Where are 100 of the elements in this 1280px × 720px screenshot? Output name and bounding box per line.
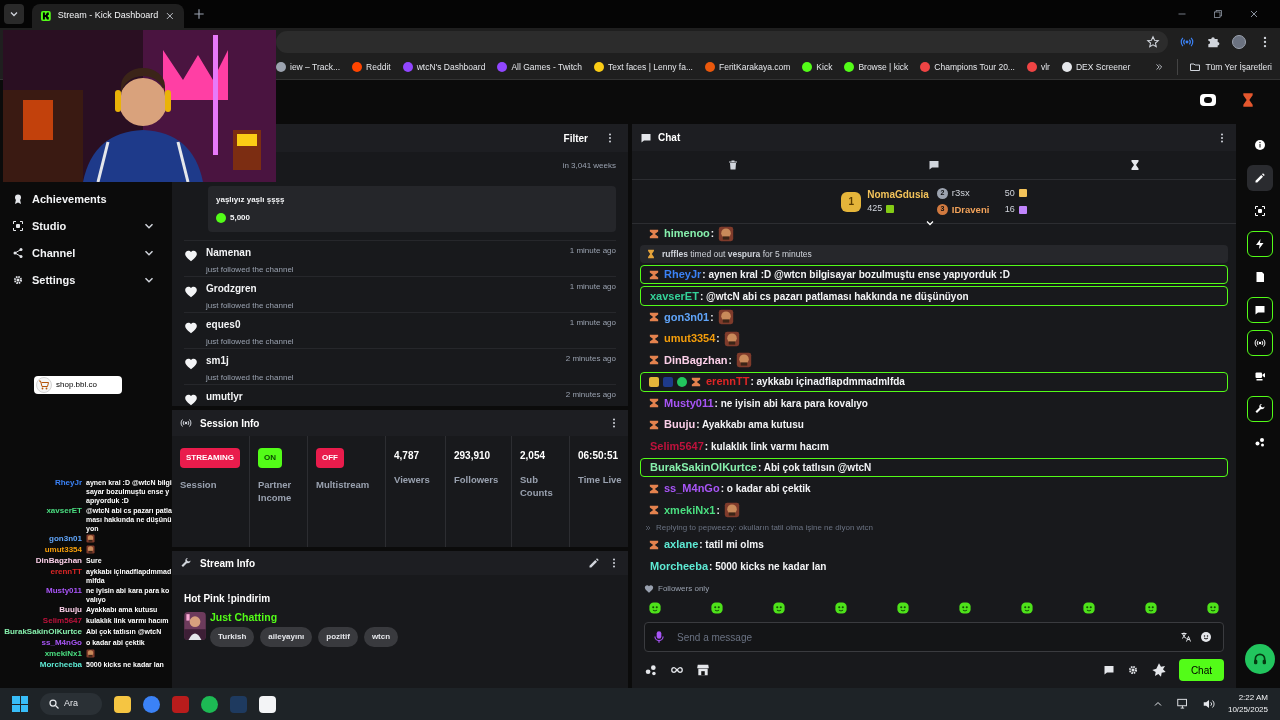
tag-chip[interactable]: Turkish bbox=[210, 626, 255, 647]
send-button[interactable]: Chat bbox=[1178, 659, 1224, 681]
message-input[interactable]: Send a message bbox=[644, 622, 1224, 652]
chat-icon[interactable] bbox=[928, 159, 940, 171]
verified-badge-icon bbox=[677, 376, 687, 387]
emoji-icon[interactable] bbox=[1200, 631, 1212, 643]
broadcast-icon bbox=[1254, 337, 1266, 349]
rail-button[interactable] bbox=[1247, 165, 1273, 191]
username[interactable]: axlane bbox=[663, 538, 700, 552]
event-text: just followed the channel bbox=[206, 264, 295, 276]
bookmark-link[interactable]: DEX Screener bbox=[1061, 60, 1131, 74]
emote-icon[interactable] bbox=[772, 601, 786, 615]
clock-date[interactable]: 10/25/2025 bbox=[1227, 704, 1268, 716]
logo-icon[interactable] bbox=[1200, 94, 1216, 106]
folder-app-icon[interactable] bbox=[114, 695, 131, 713]
username[interactable]: himenoo bbox=[663, 227, 711, 241]
chat-icon[interactable] bbox=[1102, 664, 1115, 676]
username[interactable]: xavserET bbox=[649, 289, 700, 303]
bookmark-link[interactable]: All Games - Twitch bbox=[497, 60, 583, 74]
username[interactable]: Buuju bbox=[663, 418, 697, 432]
tag-chip[interactable]: pozitif bbox=[318, 626, 358, 647]
rail-button[interactable] bbox=[1247, 231, 1273, 257]
bookmark-link[interactable]: iew – Track... bbox=[276, 60, 341, 74]
delete-icon[interactable] bbox=[726, 159, 739, 171]
more-bookmarks-icon[interactable] bbox=[1154, 61, 1165, 73]
panel-title: Chat bbox=[658, 131, 682, 145]
username[interactable]: Musty011 bbox=[663, 396, 715, 410]
emote-icon[interactable] bbox=[896, 601, 910, 615]
sidebar-item[interactable]: Channel bbox=[12, 244, 156, 262]
message-text: : kulaklık link varmı hacım bbox=[704, 439, 829, 454]
settings-icon[interactable] bbox=[1126, 664, 1139, 676]
profile-avatar[interactable] bbox=[1232, 34, 1246, 49]
username[interactable]: erennTT bbox=[705, 375, 751, 389]
filter-button[interactable]: Filter bbox=[563, 130, 588, 146]
new-tab-icon[interactable] bbox=[192, 7, 206, 21]
emote-icon[interactable] bbox=[1206, 601, 1220, 615]
browser-app-icon[interactable] bbox=[143, 695, 160, 713]
rail-button[interactable] bbox=[1247, 297, 1273, 323]
promo-text: shop.bbl.co bbox=[56, 379, 97, 391]
clock-time[interactable]: 2:22 AM bbox=[1238, 692, 1268, 704]
volume-icon[interactable] bbox=[1201, 697, 1216, 711]
sidebar-item[interactable]: Studio bbox=[12, 217, 156, 235]
emote-icon[interactable] bbox=[1082, 601, 1096, 615]
tag-chip[interactable]: wtcn bbox=[363, 626, 399, 647]
tag-chip[interactable]: aileyayını bbox=[260, 626, 313, 647]
bookmark-link[interactable]: wtcN's Dashboard bbox=[402, 60, 486, 74]
username[interactable]: DinBagzhan bbox=[663, 353, 729, 367]
browser-tab[interactable]: Stream - Kick Dashboard bbox=[32, 4, 184, 28]
emote-icon[interactable] bbox=[1020, 601, 1034, 615]
start-icon[interactable] bbox=[12, 696, 28, 712]
taskbar-search[interactable]: Ara bbox=[40, 693, 102, 715]
username[interactable]: gon3n01 bbox=[663, 310, 711, 324]
microphone-icon[interactable] bbox=[652, 630, 666, 644]
bookmark-link[interactable]: Reddit bbox=[352, 60, 391, 74]
sidebar-item[interactable]: Settings bbox=[12, 271, 156, 289]
points-icon[interactable] bbox=[644, 663, 658, 677]
close-icon[interactable] bbox=[1248, 8, 1260, 20]
app-icon[interactable] bbox=[259, 695, 276, 713]
emote-icon[interactable] bbox=[834, 601, 848, 615]
emote-icon[interactable] bbox=[1144, 601, 1158, 615]
store-icon[interactable] bbox=[696, 663, 710, 677]
bookmark-link[interactable]: Browse | kick bbox=[844, 60, 909, 74]
rail-button[interactable] bbox=[1247, 330, 1273, 356]
rail-button[interactable] bbox=[1247, 396, 1273, 422]
bookmark-star-icon[interactable] bbox=[1146, 34, 1160, 49]
emote-menu-icon[interactable] bbox=[1150, 662, 1167, 678]
username[interactable]: RheyJr bbox=[663, 268, 703, 282]
bookmark-link[interactable]: FeritKarakaya.com bbox=[705, 60, 791, 74]
edit-icon[interactable] bbox=[588, 557, 600, 569]
message-text: : bbox=[710, 227, 715, 242]
emote-icon[interactable] bbox=[648, 601, 662, 615]
extension-icon[interactable] bbox=[1180, 34, 1194, 49]
stat-value: 4,787 bbox=[394, 449, 421, 463]
close-icon[interactable] bbox=[164, 10, 176, 22]
emote-icon[interactable] bbox=[958, 601, 972, 615]
restore-icon[interactable] bbox=[1212, 8, 1224, 20]
camera-icon bbox=[1254, 370, 1266, 382]
bookmark-link[interactable]: Text faces | Lenny fa... bbox=[594, 60, 693, 74]
message-text: : tatil mi olms bbox=[699, 538, 764, 553]
support-button[interactable] bbox=[1245, 644, 1275, 674]
hourglass-icon[interactable] bbox=[1129, 159, 1142, 171]
bookmark-link[interactable]: vlr bbox=[1026, 60, 1050, 74]
message-text: yaşlıyız yaşlı şşşş bbox=[216, 194, 286, 206]
music-app-icon[interactable] bbox=[201, 695, 218, 713]
emote-icon[interactable] bbox=[710, 601, 724, 615]
translate-icon[interactable] bbox=[1180, 631, 1192, 643]
heart-icon bbox=[184, 249, 198, 263]
category-link[interactable]: Just Chatting bbox=[210, 612, 399, 623]
bookmark-link[interactable]: Kick bbox=[802, 60, 833, 74]
message-text: : bbox=[716, 503, 720, 518]
bookmark-link[interactable]: Champions Tour 20... bbox=[920, 60, 1015, 74]
username[interactable]: BurakSakinOlKurtce bbox=[649, 461, 758, 475]
tab-list-button[interactable] bbox=[4, 4, 24, 24]
network-icon[interactable] bbox=[1175, 697, 1190, 711]
heart-icon bbox=[184, 357, 198, 371]
all-bookmarks-link[interactable]: Tüm Yer İşaretleri bbox=[1189, 60, 1272, 74]
extensions-icon[interactable] bbox=[1206, 34, 1220, 49]
sidebar-item[interactable]: Achievements bbox=[12, 190, 156, 208]
username[interactable]: ss_M4nGo bbox=[663, 482, 721, 496]
username[interactable]: xmekiNx1 bbox=[663, 503, 717, 517]
